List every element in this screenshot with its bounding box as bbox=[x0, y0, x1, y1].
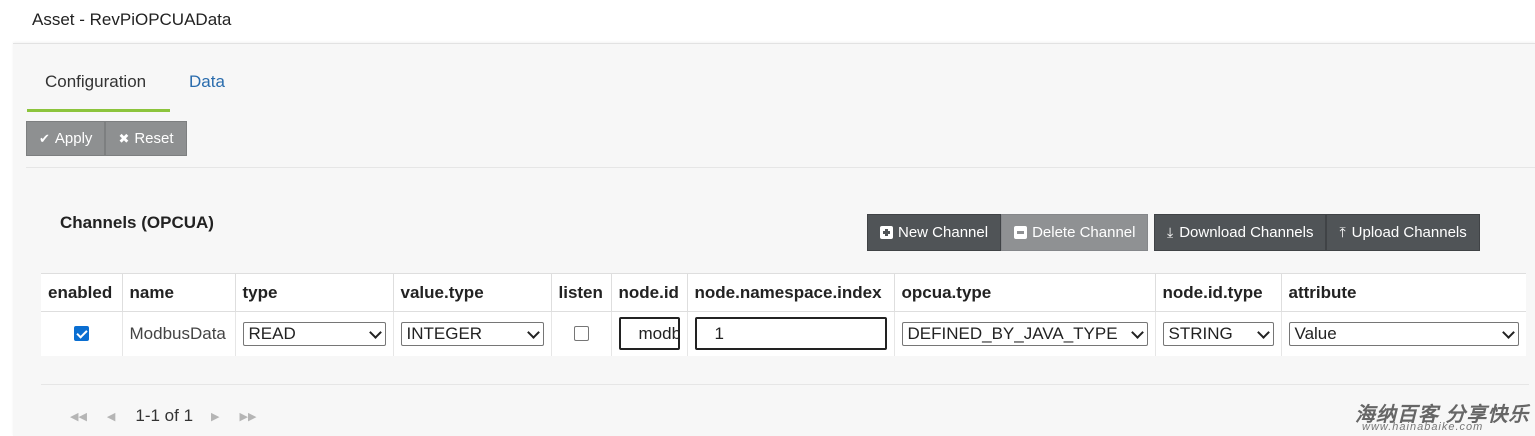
chevron-down-icon bbox=[1256, 325, 1270, 339]
column-header-name[interactable]: name bbox=[122, 273, 236, 312]
upload-channels-button[interactable]: ⤒ Upload Channels bbox=[1326, 214, 1480, 251]
opcua-type-select[interactable]: DEFINED_BY_JAVA_TYPE bbox=[901, 321, 1148, 346]
cell-node-namespace-index: 1 bbox=[687, 311, 895, 356]
cell-enabled bbox=[41, 311, 123, 356]
chevron-down-icon bbox=[526, 325, 540, 339]
column-header-node-id-type[interactable]: node.id.type bbox=[1155, 273, 1282, 312]
asset-panel: Configuration Data ✔ Apply ✖ Reset Chann… bbox=[13, 43, 1535, 436]
listen-checkbox[interactable] bbox=[573, 326, 589, 342]
column-header-enabled[interactable]: enabled bbox=[41, 273, 123, 312]
delete-channel-button[interactable]: Delete Channel bbox=[1001, 214, 1149, 251]
table-header-row: enabled name type value.type listen node… bbox=[41, 273, 1526, 312]
first-page-icon[interactable]: ◀◀ bbox=[70, 410, 87, 423]
download-icon: ⤓ bbox=[1167, 224, 1174, 240]
opcua-type-select-value: DEFINED_BY_JAVA_TYPE bbox=[907, 323, 1118, 343]
value-type-select-value: INTEGER bbox=[406, 323, 483, 343]
column-header-opcua-type[interactable]: opcua.type bbox=[894, 273, 1156, 312]
value-type-select[interactable]: INTEGER bbox=[400, 321, 544, 346]
download-channels-button[interactable]: ⤓ Download Channels bbox=[1154, 214, 1327, 251]
table-footer-divider bbox=[41, 384, 1529, 385]
cell-node-id-type: STRING bbox=[1155, 311, 1282, 356]
node-id-input[interactable]: modbusData bbox=[618, 317, 680, 351]
tab-configuration[interactable]: Configuration bbox=[27, 62, 170, 112]
cell-value-type: INTEGER bbox=[393, 311, 552, 356]
window-title: Asset - RevPiOPCUAData bbox=[32, 10, 232, 29]
section-title: Channels (OPCUA) bbox=[60, 213, 214, 232]
node-id-type-select-value: STRING bbox=[1168, 323, 1233, 343]
reset-button[interactable]: ✖ Reset bbox=[105, 121, 187, 156]
type-select[interactable]: READ bbox=[242, 321, 386, 346]
watermark-url: www.hainabaike.com bbox=[1362, 421, 1484, 433]
cell-type: READ bbox=[235, 311, 394, 356]
cell-node-id: modbusData bbox=[611, 311, 688, 356]
plus-square-icon bbox=[880, 226, 893, 239]
chevron-down-icon bbox=[1501, 325, 1515, 339]
channel-file-actions: ⤓ Download Channels ⤒ Upload Channels bbox=[1154, 214, 1480, 251]
node-namespace-index-input[interactable]: 1 bbox=[694, 317, 887, 351]
minus-square-icon bbox=[1014, 226, 1028, 239]
enabled-checkbox[interactable] bbox=[73, 326, 89, 342]
divider bbox=[26, 167, 1535, 168]
upload-icon: ⤒ bbox=[1339, 224, 1346, 240]
column-header-node-namespace-index[interactable]: node.namespace.index bbox=[687, 273, 895, 312]
upload-channels-label: Upload Channels bbox=[1351, 224, 1467, 241]
new-channel-button[interactable]: New Channel bbox=[867, 214, 1002, 251]
tab-data[interactable]: Data bbox=[171, 62, 243, 112]
next-page-icon[interactable]: ▶ bbox=[211, 410, 219, 423]
delete-channel-label: Delete Channel bbox=[1032, 224, 1136, 241]
channels-table: enabled name type value.type listen node… bbox=[41, 273, 1526, 356]
page-range: 1-1 of 1 bbox=[135, 406, 194, 425]
type-select-value: READ bbox=[248, 323, 296, 343]
channel-edit-actions: New Channel Delete Channel bbox=[867, 214, 1149, 251]
node-id-value: modbusData bbox=[638, 324, 678, 344]
apply-label: Apply bbox=[54, 130, 93, 147]
config-toolbar: ✔ Apply ✖ Reset bbox=[26, 121, 187, 156]
column-header-value-type[interactable]: value.type bbox=[393, 273, 552, 312]
chevron-down-icon bbox=[368, 325, 382, 339]
new-channel-label: New Channel bbox=[898, 224, 989, 241]
node-id-type-select[interactable]: STRING bbox=[1162, 321, 1274, 346]
table-row: ModbusData READ INTEGER modbusData bbox=[41, 311, 1526, 356]
cell-attribute: Value bbox=[1281, 312, 1526, 356]
reset-label: Reset bbox=[134, 130, 174, 147]
check-icon: ✔ bbox=[39, 130, 50, 146]
last-page-icon[interactable]: ▶▶ bbox=[240, 410, 257, 423]
attribute-select-value: Value bbox=[1294, 323, 1337, 343]
column-header-type[interactable]: type bbox=[235, 273, 394, 312]
window-title-bar: Asset - RevPiOPCUAData bbox=[0, 0, 1535, 42]
close-icon: ✖ bbox=[118, 130, 130, 146]
previous-page-icon[interactable]: ◀ bbox=[107, 410, 115, 423]
attribute-select[interactable]: Value bbox=[1288, 321, 1519, 346]
cell-listen bbox=[551, 311, 612, 356]
node-namespace-index-value: 1 bbox=[714, 324, 724, 344]
column-header-node-id[interactable]: node.id bbox=[611, 273, 688, 312]
chevron-down-icon bbox=[1130, 325, 1144, 339]
apply-button[interactable]: ✔ Apply bbox=[26, 121, 106, 156]
cell-name: ModbusData bbox=[122, 311, 236, 356]
pagination: ◀◀ ◀ 1-1 of 1 ▶ ▶▶ bbox=[70, 406, 276, 426]
column-header-listen[interactable]: listen bbox=[551, 273, 612, 312]
column-header-attribute[interactable]: attribute bbox=[1281, 273, 1526, 312]
download-channels-label: Download Channels bbox=[1179, 224, 1314, 241]
cell-opcua-type: DEFINED_BY_JAVA_TYPE bbox=[894, 311, 1156, 356]
